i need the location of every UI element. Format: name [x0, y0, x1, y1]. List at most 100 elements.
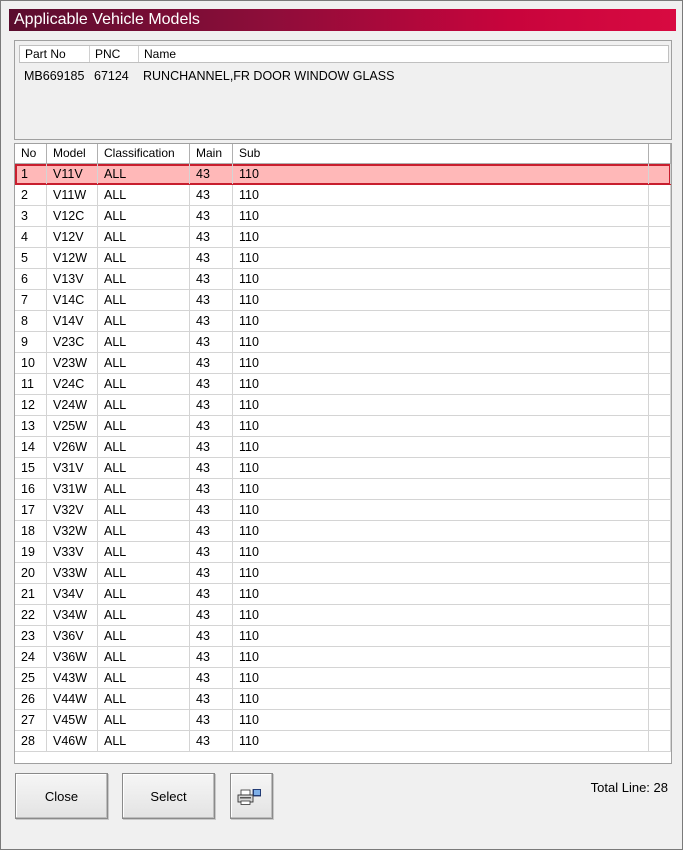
col-header-main[interactable]: Main — [190, 144, 233, 163]
cell-classification: ALL — [98, 227, 190, 247]
cell-no: 24 — [15, 647, 47, 667]
cell-classification: ALL — [98, 269, 190, 289]
cell-filler — [649, 164, 671, 184]
cell-classification: ALL — [98, 479, 190, 499]
cell-model: V23C — [47, 332, 98, 352]
cell-model: V14V — [47, 311, 98, 331]
cell-classification: ALL — [98, 206, 190, 226]
cell-no: 22 — [15, 605, 47, 625]
part-info-row[interactable]: MB669185 67124 RUNCHANNEL,FR DOOR WINDOW… — [19, 67, 669, 85]
cell-model: V45W — [47, 710, 98, 730]
cell-sub: 110 — [233, 458, 649, 478]
cell-sub: 110 — [233, 689, 649, 709]
cell-main: 43 — [190, 563, 233, 583]
cell-model: V34W — [47, 605, 98, 625]
pnc-header[interactable]: PNC — [90, 46, 139, 62]
cell-no: 4 — [15, 227, 47, 247]
part-no-header[interactable]: Part No — [20, 46, 90, 62]
table-row[interactable]: 28 V46W ALL 43 110 — [15, 731, 671, 752]
cell-sub: 110 — [233, 584, 649, 604]
table-row[interactable]: 26 V44W ALL 43 110 — [15, 689, 671, 710]
table-row[interactable]: 4 V12V ALL 43 110 — [15, 227, 671, 248]
print-button[interactable] — [230, 773, 273, 819]
col-header-no[interactable]: No — [15, 144, 47, 163]
table-row[interactable]: 5 V12W ALL 43 110 — [15, 248, 671, 269]
table-row[interactable]: 2 V11W ALL 43 110 — [15, 185, 671, 206]
cell-no: 1 — [15, 164, 47, 184]
cell-no: 21 — [15, 584, 47, 604]
select-button[interactable]: Select — [122, 773, 215, 819]
col-header-sub[interactable]: Sub — [233, 144, 649, 163]
cell-model: V34V — [47, 584, 98, 604]
table-row[interactable]: 3 V12C ALL 43 110 — [15, 206, 671, 227]
cell-no: 2 — [15, 185, 47, 205]
cell-main: 43 — [190, 542, 233, 562]
cell-sub: 110 — [233, 395, 649, 415]
table-row[interactable]: 23 V36V ALL 43 110 — [15, 626, 671, 647]
title-bar[interactable]: Applicable Vehicle Models — [9, 9, 676, 31]
cell-main: 43 — [190, 164, 233, 184]
cell-model: V32V — [47, 500, 98, 520]
cell-filler — [649, 185, 671, 205]
col-header-classification[interactable]: Classification — [98, 144, 190, 163]
table-row[interactable]: 24 V36W ALL 43 110 — [15, 647, 671, 668]
cell-sub: 110 — [233, 731, 649, 751]
cell-model: V13V — [47, 269, 98, 289]
table-row[interactable]: 19 V33V ALL 43 110 — [15, 542, 671, 563]
cell-model: V46W — [47, 731, 98, 751]
cell-no: 5 — [15, 248, 47, 268]
close-button[interactable]: Close — [15, 773, 108, 819]
cell-classification: ALL — [98, 710, 190, 730]
table-row[interactable]: 7 V14C ALL 43 110 — [15, 290, 671, 311]
table-row[interactable]: 8 V14V ALL 43 110 — [15, 311, 671, 332]
cell-classification: ALL — [98, 458, 190, 478]
cell-classification: ALL — [98, 542, 190, 562]
name-header[interactable]: Name — [139, 46, 670, 62]
cell-model: V33W — [47, 563, 98, 583]
table-row[interactable]: 18 V32W ALL 43 110 — [15, 521, 671, 542]
table-row[interactable]: 25 V43W ALL 43 110 — [15, 668, 671, 689]
window-title: Applicable Vehicle Models — [14, 11, 200, 28]
cell-filler — [649, 647, 671, 667]
cell-main: 43 — [190, 521, 233, 541]
table-row[interactable]: 13 V25W ALL 43 110 — [15, 416, 671, 437]
cell-no: 23 — [15, 626, 47, 646]
col-header-model[interactable]: Model — [47, 144, 98, 163]
cell-main: 43 — [190, 500, 233, 520]
cell-filler — [649, 563, 671, 583]
table-row[interactable]: 6 V13V ALL 43 110 — [15, 269, 671, 290]
cell-no: 20 — [15, 563, 47, 583]
cell-filler — [649, 479, 671, 499]
cell-sub: 110 — [233, 479, 649, 499]
applicable-vehicle-models-window: Applicable Vehicle Models Part No PNC Na… — [0, 0, 683, 850]
cell-classification: ALL — [98, 332, 190, 352]
cell-classification: ALL — [98, 668, 190, 688]
cell-filler — [649, 626, 671, 646]
table-row[interactable]: 20 V33W ALL 43 110 — [15, 563, 671, 584]
table-row[interactable]: 22 V34W ALL 43 110 — [15, 605, 671, 626]
table-row[interactable]: 14 V26W ALL 43 110 — [15, 437, 671, 458]
table-row[interactable]: 10 V23W ALL 43 110 — [15, 353, 671, 374]
cell-classification: ALL — [98, 437, 190, 457]
table-row[interactable]: 27 V45W ALL 43 110 — [15, 710, 671, 731]
table-row[interactable]: 11 V24C ALL 43 110 — [15, 374, 671, 395]
cell-filler — [649, 521, 671, 541]
table-row[interactable]: 16 V31W ALL 43 110 — [15, 479, 671, 500]
table-row[interactable]: 1 V11V ALL 43 110 — [15, 164, 671, 185]
cell-classification: ALL — [98, 185, 190, 205]
table-row[interactable]: 21 V34V ALL 43 110 — [15, 584, 671, 605]
cell-filler — [649, 227, 671, 247]
cell-classification: ALL — [98, 353, 190, 373]
table-row[interactable]: 9 V23C ALL 43 110 — [15, 332, 671, 353]
table-row[interactable]: 15 V31V ALL 43 110 — [15, 458, 671, 479]
grid-header: No Model Classification Main Sub — [15, 144, 671, 164]
cell-filler — [649, 269, 671, 289]
cell-main: 43 — [190, 248, 233, 268]
table-row[interactable]: 17 V32V ALL 43 110 — [15, 500, 671, 521]
cell-main: 43 — [190, 668, 233, 688]
table-row[interactable]: 12 V24W ALL 43 110 — [15, 395, 671, 416]
vehicle-models-grid[interactable]: No Model Classification Main Sub 1 V11V AL… — [14, 143, 672, 764]
cell-model: V36V — [47, 626, 98, 646]
cell-main: 43 — [190, 626, 233, 646]
cell-sub: 110 — [233, 269, 649, 289]
